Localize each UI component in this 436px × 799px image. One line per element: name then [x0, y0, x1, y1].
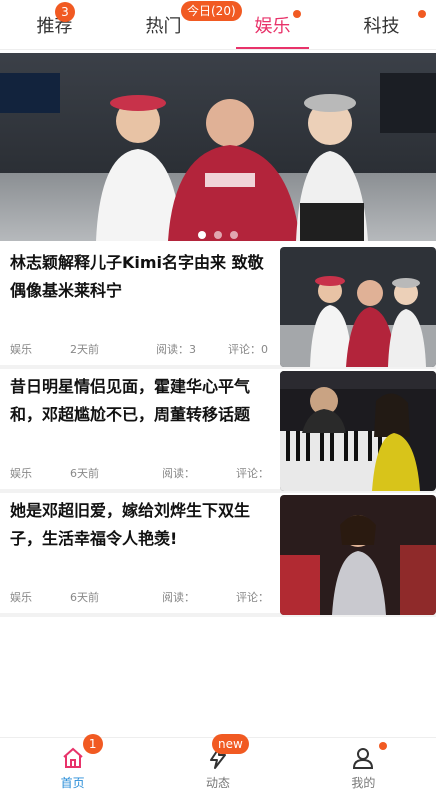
article-time: 6天前	[70, 591, 99, 604]
comment-count-label: 评论：0	[228, 343, 268, 356]
article-time: 6天前	[70, 467, 99, 480]
list-item[interactable]: 林志颖解释儿子Kimi名字由来 致敬偶像基米莱科宁 娱乐 2天前 阅读：3 评论…	[0, 245, 436, 369]
nav-home[interactable]: 1 首页	[0, 734, 145, 799]
article-title: 昔日明星情侣见面，霍建华心平气和，邓超尴尬不已，周董转移话题	[10, 377, 251, 424]
article-thumbnail	[280, 247, 436, 367]
home-icon: 1	[61, 734, 103, 770]
home-badge: 1	[82, 734, 103, 754]
banner-carousel[interactable]	[0, 53, 436, 241]
nav-feed[interactable]: new 动态	[145, 734, 290, 799]
article-list: 林志颖解释儿子Kimi名字由来 致敬偶像基米莱科宁 娱乐 2天前 阅读：3 评论…	[0, 245, 436, 617]
article-category: 娱乐	[10, 343, 32, 356]
article-meta: 娱乐 2天前 阅读：3 评论：0	[10, 341, 274, 357]
carousel-indicators	[0, 231, 436, 239]
article-time: 2天前	[70, 343, 99, 356]
article-thumbnail	[280, 371, 436, 491]
nav-label: 我的	[351, 776, 376, 790]
new-badge: new	[211, 734, 249, 754]
new-dot-indicator	[293, 10, 301, 18]
read-count-label: 阅读：	[162, 591, 195, 604]
article-thumbnail	[280, 495, 436, 615]
banner-photo	[0, 73, 436, 241]
article-meta: 娱乐 6天前 阅读： 评论：	[10, 465, 274, 481]
new-dot-indicator	[379, 742, 388, 750]
article-meta: 娱乐 6天前 阅读： 评论：	[10, 589, 274, 605]
new-dot-indicator	[418, 10, 426, 18]
tab-recommend[interactable]: 推荐 3	[0, 0, 109, 49]
comment-count-label: 评论：	[236, 591, 269, 604]
bottom-navigation: 1 首页 new 动态 我的	[0, 734, 436, 799]
top-tab-bar: 推荐 3 热门 今日(20) 娱乐 科技	[0, 0, 436, 50]
lightning-icon: new	[206, 734, 249, 770]
carousel-dot[interactable]	[230, 231, 238, 239]
tab-hot[interactable]: 热门 今日(20)	[109, 0, 242, 49]
tab-label: 热门	[145, 15, 182, 37]
article-title: 她是邓超旧爱，嫁给刘烨生下双生子，生活幸福令人艳羡!	[10, 501, 251, 548]
nav-label: 动态	[205, 776, 230, 790]
user-icon	[351, 742, 388, 770]
carousel-dot[interactable]	[198, 231, 206, 239]
tab-label: 娱乐	[254, 15, 291, 37]
notification-count-badge: 3	[55, 2, 75, 22]
tab-tech[interactable]: 科技	[327, 0, 436, 49]
list-item[interactable]: 昔日明星情侣见面，霍建华心平气和，邓超尴尬不已，周董转移话题 娱乐 6天前 阅读…	[0, 369, 436, 493]
nav-label: 首页	[60, 776, 85, 790]
article-category: 娱乐	[10, 467, 32, 480]
tab-label: 科技	[363, 15, 400, 37]
article-title: 林志颖解释儿子Kimi名字由来 致敬偶像基米莱科宁	[10, 253, 264, 300]
article-category: 娱乐	[10, 591, 32, 604]
carousel-dot[interactable]	[214, 231, 222, 239]
comment-count-label: 评论：	[236, 467, 269, 480]
read-count-label: 阅读：	[162, 467, 195, 480]
list-item[interactable]: 她是邓超旧爱，嫁给刘烨生下双生子，生活幸福令人艳羡! 娱乐 6天前 阅读： 评论…	[0, 493, 436, 617]
read-count-label: 阅读：3	[156, 343, 196, 356]
nav-profile[interactable]: 我的	[291, 738, 436, 799]
tab-entertainment[interactable]: 娱乐	[218, 0, 327, 49]
